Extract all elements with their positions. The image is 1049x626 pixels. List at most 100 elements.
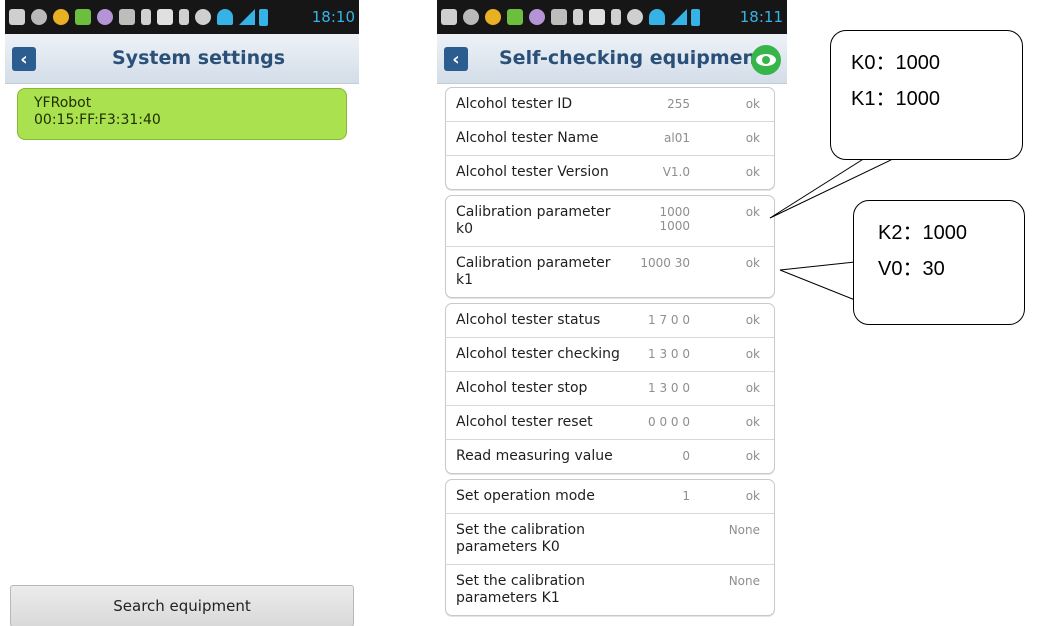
device-address: 00:15:FF:F3:31:40 — [34, 112, 161, 128]
check-label: Alcohol tester ID — [456, 96, 573, 112]
status-bar: 18:11 — [437, 0, 787, 34]
check-value: 1 — [682, 489, 690, 503]
check-list: Alcohol tester ID 255 ok Alcohol tester Nam… — [445, 87, 775, 621]
image-icon — [589, 9, 605, 25]
check-label: Alcohol tester Name — [456, 130, 599, 146]
chevron-left-icon: ‹ — [452, 48, 460, 70]
bluetooth-icon — [611, 9, 621, 25]
check-row[interactable]: Read measuring value 0 ok — [446, 440, 774, 473]
check-label: Alcohol tester Version — [456, 164, 609, 180]
check-group: Set operation mode 1 ok Set the calibration… — [445, 479, 775, 616]
check-label: Set operation mode — [456, 488, 595, 504]
check-status: ok — [745, 489, 760, 503]
callout-line: K1：1000 — [851, 88, 940, 110]
check-status: ok — [745, 256, 760, 270]
title-bar: ‹ System settings — [5, 34, 359, 84]
check-row[interactable]: Alcohol tester checking 1 3 0 0 ok — [446, 338, 774, 372]
wifi-icon — [217, 9, 233, 25]
eye-button[interactable] — [751, 45, 781, 75]
page-title: Self-checking equipment — [499, 47, 766, 69]
check-status: None — [728, 574, 760, 588]
check-label: Calibration parameter k1 — [456, 255, 611, 288]
callout-k0-k1: K0：1000 K1：1000 — [830, 30, 1023, 160]
status-time: 18:11 — [739, 8, 783, 26]
status-bar: 18:10 — [5, 0, 359, 34]
device-name: YFRobot — [34, 95, 92, 111]
check-label: Calibration parameter k0 — [456, 204, 611, 237]
notification-icon — [441, 9, 457, 25]
check-value: 1 7 0 0 — [648, 313, 690, 327]
signal-icon — [239, 9, 255, 25]
app-icon — [53, 9, 69, 25]
check-row[interactable]: Set the calibration parameters K0 None — [446, 514, 774, 565]
device-list-item[interactable]: YFRobot 00:15:FF:F3:31:40 — [17, 88, 347, 140]
callout-2-tail — [779, 261, 856, 301]
callout-line: K0：1000 — [851, 52, 940, 74]
usb-icon — [573, 9, 583, 25]
eye-icon — [756, 54, 776, 66]
check-status: ok — [745, 205, 760, 219]
signal-icon — [671, 9, 687, 25]
check-value: 0 — [682, 449, 690, 463]
shield-icon — [529, 9, 545, 25]
check-label: Alcohol tester reset — [456, 414, 593, 430]
system-settings-screen: 18:10 ‹ System settings YFRobot 00:15:FF… — [5, 0, 359, 626]
callout-k2-v0: K2：1000 V0：30 — [853, 200, 1025, 325]
check-value: 1000 30 — [640, 256, 690, 270]
wifi-icon — [649, 9, 665, 25]
search-equipment-button[interactable]: Search equipment — [10, 585, 354, 626]
check-status: ok — [745, 131, 760, 145]
check-value: 1000 1000 — [659, 205, 690, 233]
settings-icon — [551, 9, 567, 25]
check-status: ok — [745, 313, 760, 327]
check-status: ok — [745, 449, 760, 463]
alarm-icon — [627, 9, 643, 25]
check-row[interactable]: Set the calibration parameters K1 None — [446, 565, 774, 615]
status-time: 18:10 — [311, 8, 355, 26]
check-status: ok — [745, 347, 760, 361]
check-value: al01 — [664, 131, 690, 145]
check-status: ok — [745, 415, 760, 429]
check-row[interactable]: Alcohol tester ID 255 ok — [446, 88, 774, 122]
check-row[interactable]: Set operation mode 1 ok — [446, 480, 774, 514]
check-label: Alcohol tester stop — [456, 380, 588, 396]
app-icon — [485, 9, 501, 25]
settings-icon — [119, 9, 135, 25]
chevron-left-icon: ‹ — [20, 48, 28, 70]
back-button[interactable]: ‹ — [444, 47, 468, 71]
check-status: ok — [745, 381, 760, 395]
check-row[interactable]: Alcohol tester Version V1.0 ok — [446, 156, 774, 189]
check-status: None — [728, 523, 760, 537]
check-row[interactable]: Calibration parameter k0 1000 1000 ok — [446, 196, 774, 247]
alarm-icon — [195, 9, 211, 25]
battery-icon — [259, 8, 268, 26]
check-value: 255 — [667, 97, 690, 111]
check-row[interactable]: Calibration parameter k1 1000 30 ok — [446, 247, 774, 297]
check-value: 0 0 0 0 — [648, 415, 690, 429]
check-row[interactable]: Alcohol tester status 1 7 0 0 ok — [446, 304, 774, 338]
check-status: ok — [745, 165, 760, 179]
check-label: Read measuring value — [456, 448, 613, 464]
check-label: Set the calibration parameters K1 — [456, 573, 585, 606]
callout-line: K2：1000 — [878, 222, 967, 244]
title-bar: ‹ Self-checking equipment — [437, 34, 787, 84]
check-row[interactable]: Alcohol tester reset 0 0 0 0 ok — [446, 406, 774, 440]
check-group: Alcohol tester ID 255 ok Alcohol tester Nam… — [445, 87, 775, 190]
sync-icon — [463, 9, 479, 25]
back-button[interactable]: ‹ — [12, 47, 36, 71]
battery-icon — [691, 8, 700, 26]
callout-line: V0：30 — [878, 258, 945, 280]
usb-icon — [141, 9, 151, 25]
check-value: 1 3 0 0 — [648, 347, 690, 361]
shield-icon — [97, 9, 113, 25]
page-title: System settings — [112, 47, 286, 69]
check-group: Alcohol tester status 1 7 0 0 ok Alcohol te… — [445, 303, 775, 474]
check-group: Calibration parameter k0 1000 1000 ok Calib… — [445, 195, 775, 298]
sync-icon — [31, 9, 47, 25]
check-value: 1 3 0 0 — [648, 381, 690, 395]
image-icon — [157, 9, 173, 25]
app-icon-green — [507, 9, 523, 25]
check-row[interactable]: Alcohol tester stop 1 3 0 0 ok — [446, 372, 774, 406]
self-checking-screen: 18:11 ‹ Self-checking equipment Alcohol … — [437, 0, 787, 626]
check-row[interactable]: Alcohol tester Name al01 ok — [446, 122, 774, 156]
